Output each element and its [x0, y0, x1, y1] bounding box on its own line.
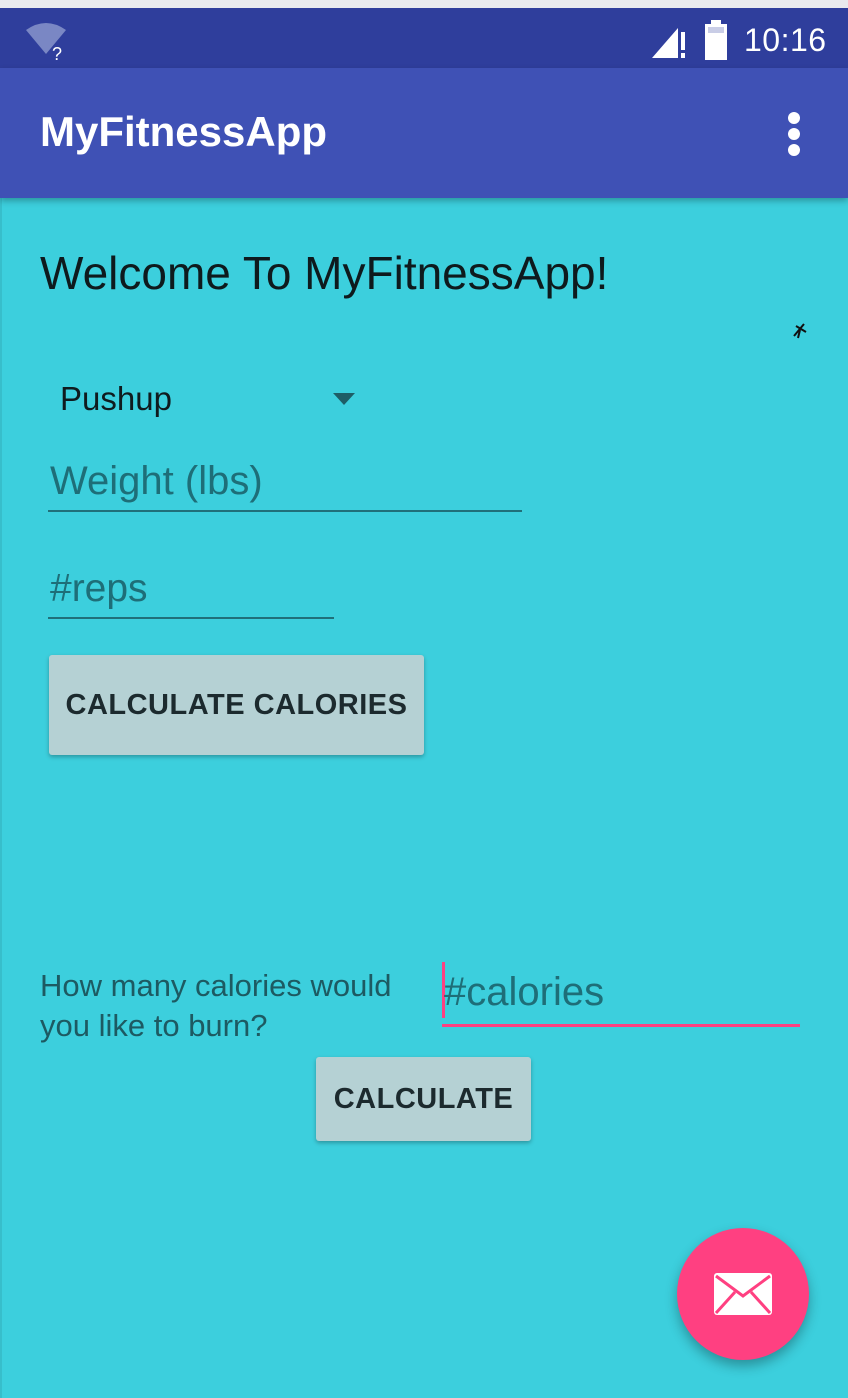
edge-shadow — [0, 198, 2, 1398]
burn-question-label: How many calories would you like to burn… — [40, 968, 392, 1043]
calories-field-container[interactable] — [442, 958, 800, 1027]
status-bar: ? 10:16 — [0, 8, 848, 68]
app-screen: ? 10:16 MyFitnessApp Welcome To MyFitnes… — [0, 0, 848, 1398]
weight-field[interactable] — [48, 452, 522, 512]
reps-field[interactable] — [48, 560, 334, 619]
calculate-button[interactable]: CALCULATE — [316, 1057, 531, 1141]
exercise-select[interactable]: Pushup — [48, 370, 368, 430]
wifi-unknown-icon: ? — [26, 23, 66, 62]
calories-field[interactable] — [444, 962, 794, 1022]
email-fab-button[interactable] — [677, 1228, 809, 1360]
debug-glyph-icon — [793, 323, 807, 339]
battery-icon — [705, 20, 727, 60]
more-vert-icon[interactable] — [774, 104, 814, 164]
exercise-select-value: Pushup — [60, 380, 172, 417]
app-bar: MyFitnessApp — [0, 68, 848, 198]
app-title: MyFitnessApp — [40, 108, 328, 155]
dropdown-arrow-icon — [333, 393, 355, 405]
svg-text:?: ? — [52, 44, 62, 62]
status-time: 10:16 — [744, 22, 827, 58]
calculate-calories-button[interactable]: CALCULATE CALORIES — [49, 655, 424, 755]
email-icon — [714, 1273, 772, 1315]
welcome-heading: Welcome To MyFitnessApp! — [40, 247, 609, 299]
cell-signal-icon — [652, 28, 685, 58]
window-top-strip — [0, 0, 848, 8]
